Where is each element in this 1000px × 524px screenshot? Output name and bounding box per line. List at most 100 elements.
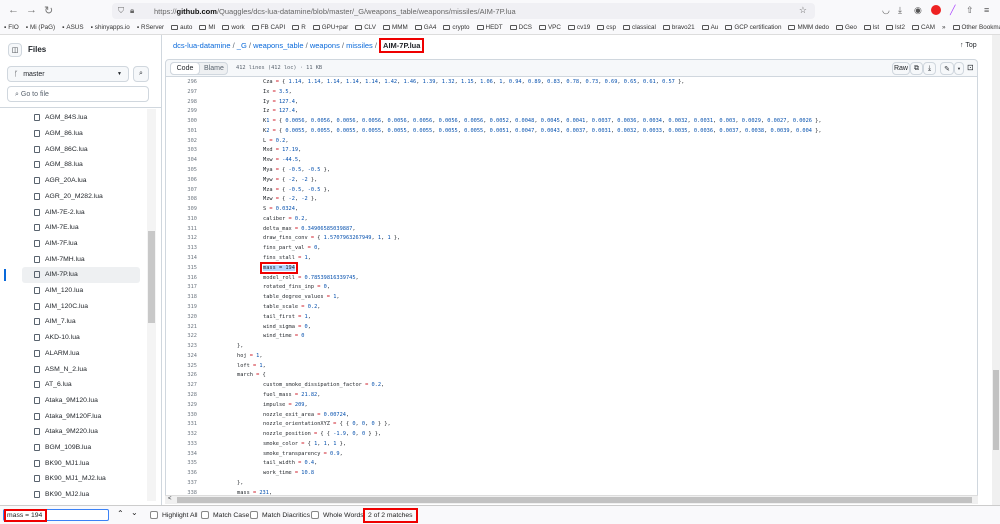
file-tree-item[interactable]: AIM-7P.lua	[4, 267, 140, 283]
file-tree-item[interactable]: AGR_20_M282.lua	[22, 189, 140, 205]
bookmark-item[interactable]: lst	[863, 24, 879, 31]
reload-button[interactable]: ↻	[44, 4, 53, 17]
branch-select[interactable]: ᚴ master ▼	[7, 66, 129, 82]
extensions-icon[interactable]: ⇧	[966, 5, 974, 16]
line-number[interactable]: 306	[166, 176, 197, 186]
line-number[interactable]: 329	[166, 401, 197, 411]
bookmark-item[interactable]: ▪ ASUS	[62, 24, 83, 31]
bookmark-item[interactable]: MMM	[383, 24, 408, 31]
line-number[interactable]: 331	[166, 420, 197, 430]
bookmark-item[interactable]: FB CAPI	[251, 24, 285, 31]
line-number[interactable]: 299	[166, 107, 197, 117]
go-to-file-input[interactable]: ⌕ Go to file	[7, 86, 149, 102]
page-scrollbar[interactable]	[992, 35, 1000, 505]
bookmark-item[interactable]: HEDT	[476, 24, 503, 31]
file-tree-item[interactable]: AIM-7E-2.lua	[22, 204, 140, 220]
edit-dropdown-button[interactable]: ▼	[954, 62, 964, 75]
account-icon[interactable]: ◉	[914, 5, 922, 16]
bookmark-item[interactable]: ▪ RServer	[137, 24, 164, 31]
line-number[interactable]: 312	[166, 234, 197, 244]
file-tree-item[interactable]: AIM_120.lua	[22, 283, 140, 299]
line-number[interactable]: 313	[166, 244, 197, 254]
line-number[interactable]: 303	[166, 146, 197, 156]
line-number[interactable]: 296	[166, 78, 197, 88]
collapse-sidebar-button[interactable]: ◫	[8, 43, 22, 57]
extension-pen-icon[interactable]: ╱	[950, 5, 955, 16]
highlight-all-checkbox[interactable]: Highlight All	[150, 511, 198, 519]
tab-code[interactable]: Code	[170, 62, 200, 75]
bookmark-item[interactable]: ▪ Mi (PaG)	[26, 24, 55, 31]
bookmark-item[interactable]: classical	[623, 24, 656, 31]
line-number[interactable]: 318	[166, 293, 197, 303]
bookmark-item[interactable]: ▪ FIO	[4, 24, 19, 31]
line-number[interactable]: 302	[166, 137, 197, 147]
file-tree-item[interactable]: AIM_7.lua	[22, 314, 140, 330]
line-number[interactable]: 297	[166, 88, 197, 98]
adblock-icon[interactable]	[931, 5, 941, 15]
line-number[interactable]: 305	[166, 166, 197, 176]
copy-button[interactable]: ⧉	[910, 62, 923, 75]
back-button[interactable]: ←	[8, 4, 19, 16]
bookmark-item[interactable]: cv19	[567, 24, 590, 31]
file-tree-item[interactable]: AIM_120C.lua	[22, 298, 140, 314]
file-tree-item[interactable]: AGM_84S.lua	[22, 110, 140, 126]
search-files-button[interactable]: ⌕	[133, 66, 149, 82]
menu-icon[interactable]: ≡	[984, 5, 989, 15]
line-number[interactable]: 304	[166, 156, 197, 166]
edit-button[interactable]: ✎	[940, 62, 954, 75]
bookmark-star-icon[interactable]: ☆	[799, 5, 807, 16]
match-diacritics-checkbox[interactable]: Match Diacritics	[250, 511, 310, 519]
bookmark-item[interactable]: GA4	[414, 24, 436, 31]
line-number[interactable]: 301	[166, 127, 197, 137]
file-tree-item[interactable]: ASM_N_2.lua	[22, 361, 140, 377]
find-previous-button[interactable]: ⌃	[117, 509, 124, 518]
sidebar-scrollbar[interactable]	[147, 109, 156, 501]
bookmark-item[interactable]: Geo	[835, 24, 857, 31]
bookmark-item[interactable]: work	[222, 24, 245, 31]
line-number[interactable]: 335	[166, 459, 197, 469]
match-case-checkbox[interactable]: Match Case	[201, 511, 249, 519]
line-number[interactable]: 300	[166, 117, 197, 127]
line-number[interactable]: 314	[166, 254, 197, 264]
url-bar[interactable]: ⛉ 🔒︎ https://github.com/Quaggles/dcs-lua…	[112, 3, 815, 19]
download-icon[interactable]: ⤓	[898, 5, 902, 16]
bookmark-item[interactable]: GCP certification	[725, 24, 781, 31]
file-tree-item[interactable]: Ataka_9M120.lua	[22, 393, 140, 409]
line-number[interactable]: 325	[166, 362, 197, 372]
file-tree-item[interactable]: AIM-7E.lua	[22, 220, 140, 236]
line-number[interactable]: 333	[166, 440, 197, 450]
download-button[interactable]: ⤓	[923, 62, 936, 75]
file-tree-item[interactable]: AGM_88.lua	[22, 157, 140, 173]
bookmark-item[interactable]: CLV	[355, 24, 376, 31]
bookmark-item[interactable]: DCS	[509, 24, 532, 31]
sidebar-scrollbar-thumb[interactable]	[148, 231, 155, 323]
line-number[interactable]: 307	[166, 186, 197, 196]
line-number[interactable]: 330	[166, 411, 197, 421]
scroll-left-arrow-icon[interactable]: <	[168, 496, 172, 502]
bookmark-item[interactable]: ▪ shinyapps.io	[91, 24, 130, 31]
bookmark-item[interactable]: VPC	[538, 24, 561, 31]
file-tree-item[interactable]: AGR_20A.lua	[22, 173, 140, 189]
bookmark-item[interactable]: MMM dedo	[788, 24, 829, 31]
breadcrumb-link[interactable]: missiles	[346, 41, 373, 50]
breadcrumb-link[interactable]: weapons	[310, 41, 340, 50]
line-number[interactable]: 321	[166, 323, 197, 333]
file-tree-item[interactable]: Ataka_9M120F.lua	[22, 408, 140, 424]
line-number[interactable]: 328	[166, 391, 197, 401]
line-number[interactable]: 316	[166, 274, 197, 284]
bookmark-item[interactable]: auto	[171, 24, 192, 31]
breadcrumb-link[interactable]: weapons_table	[253, 41, 303, 50]
file-tree-item[interactable]: BK90_MJ1_MJ2.lua	[22, 471, 140, 487]
line-number[interactable]: 319	[166, 303, 197, 313]
symbols-panel-button[interactable]: ⊡	[967, 63, 974, 72]
line-number[interactable]: 337	[166, 479, 197, 489]
top-link[interactable]: ↑ Top	[960, 42, 977, 49]
bookmark-item[interactable]: GPU+par	[312, 24, 348, 31]
file-tree-item[interactable]: AT_6.lua	[22, 377, 140, 393]
bookmark-item[interactable]: MI	[199, 24, 215, 31]
bookmark-item[interactable]: R	[292, 24, 306, 31]
bookmark-item[interactable]: crypto	[443, 24, 470, 31]
bookmark-item[interactable]: CAM	[911, 24, 935, 31]
file-tree-item[interactable]: BGM_109B.lua	[22, 440, 140, 456]
bookmark-item[interactable]: Au	[701, 24, 718, 31]
